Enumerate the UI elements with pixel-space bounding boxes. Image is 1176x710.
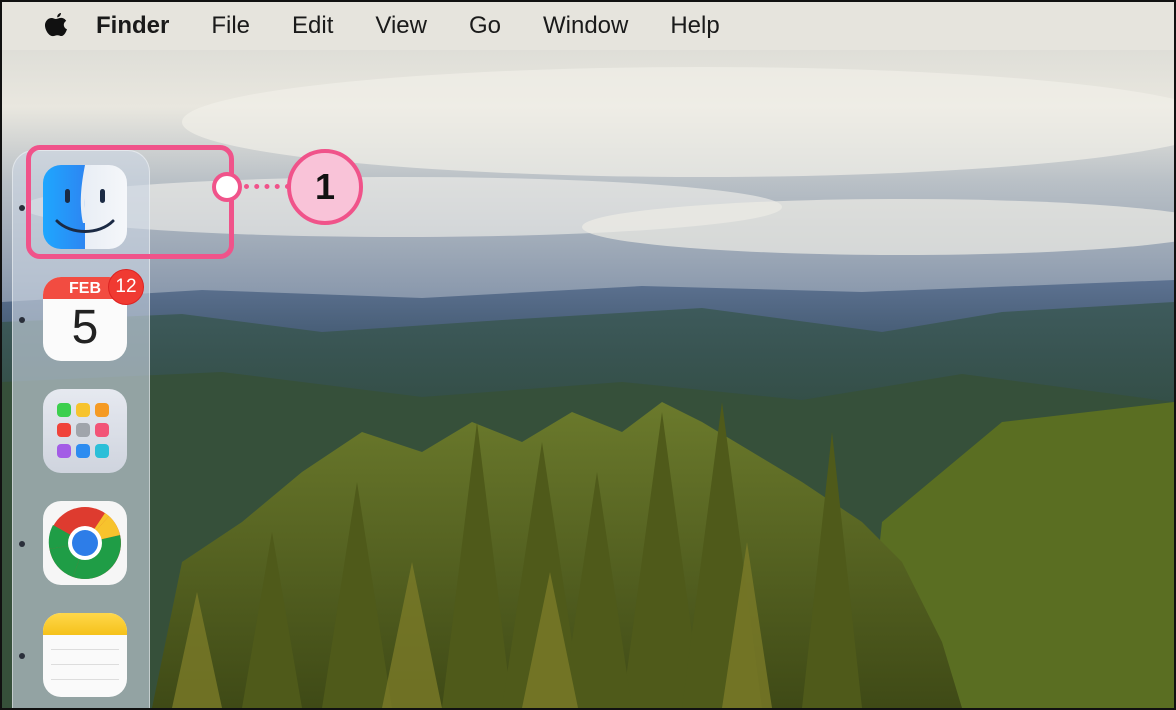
callout-anchor-dot bbox=[212, 172, 242, 202]
wallpaper bbox=[2, 2, 1174, 708]
notes-header bbox=[43, 613, 127, 635]
notes-icon[interactable] bbox=[43, 613, 127, 697]
menu-bar: Finder File Edit View Go Window Help bbox=[2, 2, 1174, 50]
menu-go[interactable]: Go bbox=[469, 12, 501, 40]
apple-logo-icon[interactable] bbox=[42, 11, 70, 41]
running-indicator bbox=[19, 653, 25, 659]
menu-help[interactable]: Help bbox=[670, 12, 719, 40]
running-indicator bbox=[19, 541, 25, 547]
menu-finder[interactable]: Finder bbox=[96, 12, 169, 40]
calendar-day: 5 bbox=[71, 301, 99, 354]
callout-leader-line bbox=[244, 184, 290, 189]
launchpad-icon[interactable] bbox=[43, 389, 127, 473]
callout-highlight-box bbox=[26, 145, 234, 259]
launchpad-grid-icon bbox=[57, 403, 113, 459]
callout-number-badge: 1 bbox=[287, 149, 363, 225]
desktop: Finder File Edit View Go Window Help FEB… bbox=[0, 0, 1176, 710]
menu-view[interactable]: View bbox=[375, 12, 427, 40]
menu-edit[interactable]: Edit bbox=[292, 12, 333, 40]
menu-file[interactable]: File bbox=[211, 12, 250, 40]
notification-badge: 12 bbox=[108, 269, 144, 305]
running-indicator bbox=[19, 205, 25, 211]
chrome-icon[interactable] bbox=[43, 501, 127, 585]
menu-window[interactable]: Window bbox=[543, 12, 628, 40]
running-indicator bbox=[19, 317, 25, 323]
